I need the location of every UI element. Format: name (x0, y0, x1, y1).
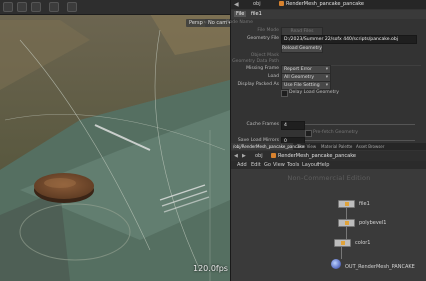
node-type-icon (279, 1, 284, 6)
handle-tool-icon[interactable] (31, 2, 41, 12)
network-path-node[interactable]: RenderMesh_pancake_pancake (271, 153, 356, 159)
node-polybevel1[interactable] (338, 219, 355, 227)
network-menu-bar: Add Edit Go View Tools Layout Help (231, 161, 426, 169)
param-row-file-mode: File Mode Read Files (231, 27, 426, 36)
viewport-scene-art (0, 0, 230, 281)
path-node-label: RenderMesh_pancake_pancake (286, 1, 364, 7)
output-rop-icon[interactable] (331, 259, 341, 269)
path-node[interactable]: RenderMesh_pancake_pancake (279, 1, 364, 7)
param-row-display-packed: Display Packed As Use File Setting (231, 81, 426, 90)
menu-edit[interactable]: Edit (251, 162, 261, 168)
param-row-prefetch: Pre-fetch Geometry (231, 129, 426, 137)
delay-load-label: Delay Load Geometry (289, 90, 340, 95)
node-file1[interactable] (338, 200, 355, 208)
viewport-toolbar (0, 0, 230, 15)
display-packed-label: Display Packed As (237, 82, 279, 87)
non-commercial-watermark: Non-Commercial Edition (287, 174, 371, 182)
network-forward-icon[interactable]: ▶ (242, 153, 246, 159)
geometry-file-input[interactable]: D:/2023/Summer 22/sofx 440/scripts/panca… (281, 35, 417, 44)
network-node-type-icon (271, 153, 276, 158)
node-name-field[interactable]: file1 (251, 11, 262, 17)
param-row-delay-load: Delay Load Geometry (231, 89, 426, 97)
param-pane-path-bar: ◀ obj RenderMesh_pancake_pancake (231, 0, 426, 9)
menu-view[interactable]: View (273, 162, 285, 168)
menu-help[interactable]: Help (318, 162, 329, 168)
param-row-geometry-file: Geometry File D:/2023/Summer 22/sofx 440… (231, 35, 426, 44)
menu-add[interactable]: Add (237, 162, 247, 168)
node-color1-label: color1 (355, 240, 371, 246)
snap-icon[interactable] (49, 2, 59, 12)
tab-network-view[interactable]: /obj/RenderMesh_pancake_pancake (231, 143, 304, 150)
cache-frames-slider[interactable] (305, 124, 415, 125)
network-path-bar: ◀ ▶ obj RenderMesh_pancake_pancake (231, 151, 426, 161)
tab-material-palette[interactable]: Material Palette (319, 143, 354, 150)
node-name-label: Node Name (225, 20, 253, 25)
load-label: Load (267, 74, 279, 79)
output-node-label: OUT_RenderMesh_PANCAKE (345, 264, 415, 270)
param-row-cache-frames: Cache Frames 4 (231, 121, 426, 130)
wire-polybevel1-color1 (346, 227, 347, 239)
menu-layout[interactable]: Layout (302, 162, 319, 168)
network-back-icon[interactable]: ◀ (234, 153, 238, 159)
cache-frames-label: Cache Frames (246, 122, 279, 127)
prefetch-label: Pre-fetch Geometry (313, 130, 359, 135)
param-row-reload: Reload Geometry (231, 44, 426, 53)
node-polybevel1-label: polybevel1 (359, 220, 387, 226)
right-panels: ◀ obj RenderMesh_pancake_pancake File fi… (226, 0, 426, 281)
network-path-obj[interactable]: obj (255, 153, 263, 159)
node-type-badge: File (234, 11, 247, 17)
delay-load-checkbox[interactable] (281, 90, 288, 97)
select-tool-icon[interactable] (3, 2, 13, 12)
prefetch-checkbox[interactable] (305, 130, 312, 137)
pane-tabs: /obj/RenderMesh_pancake_pancake Tree Vie… (231, 143, 426, 150)
missing-frame-label: Missing Frame (246, 66, 279, 71)
wire-color1-output (341, 247, 342, 259)
network-path-node-label: RenderMesh_pancake_pancake (278, 153, 356, 159)
display-options-icon[interactable] (67, 2, 77, 12)
fps-readout: 120.0fps (193, 264, 228, 273)
wire-file1-polybevel1 (346, 208, 347, 219)
menu-go[interactable]: Go (264, 162, 271, 168)
back-arrow-icon[interactable]: ◀ (234, 1, 239, 8)
tab-asset-browser[interactable]: Asset Browser (354, 143, 386, 150)
file-mode-label: File Mode (257, 28, 279, 33)
tab-tree-view[interactable]: Tree View (295, 143, 318, 150)
save-load-slider[interactable] (305, 140, 415, 141)
view-tool-icon[interactable] (17, 2, 27, 12)
houdini-app: Persp ▾ No cam ▾ 120.0fps ◀ obj RenderMe… (0, 0, 426, 281)
node-file1-label: file1 (359, 201, 370, 207)
param-row-node-name: Node Name (226, 19, 426, 27)
node-color1[interactable] (334, 239, 351, 247)
path-obj[interactable]: obj (253, 1, 261, 7)
menu-tools[interactable]: Tools (287, 162, 299, 168)
parameter-header: File file1 (231, 10, 426, 19)
param-row-load: Load All Geometry (231, 73, 426, 82)
param-row-missing-frame: Missing Frame Report Error (231, 65, 426, 74)
geometry-file-label: Geometry File (246, 36, 279, 41)
scene-viewport[interactable]: Persp ▾ No cam ▾ 120.0fps (0, 0, 230, 281)
